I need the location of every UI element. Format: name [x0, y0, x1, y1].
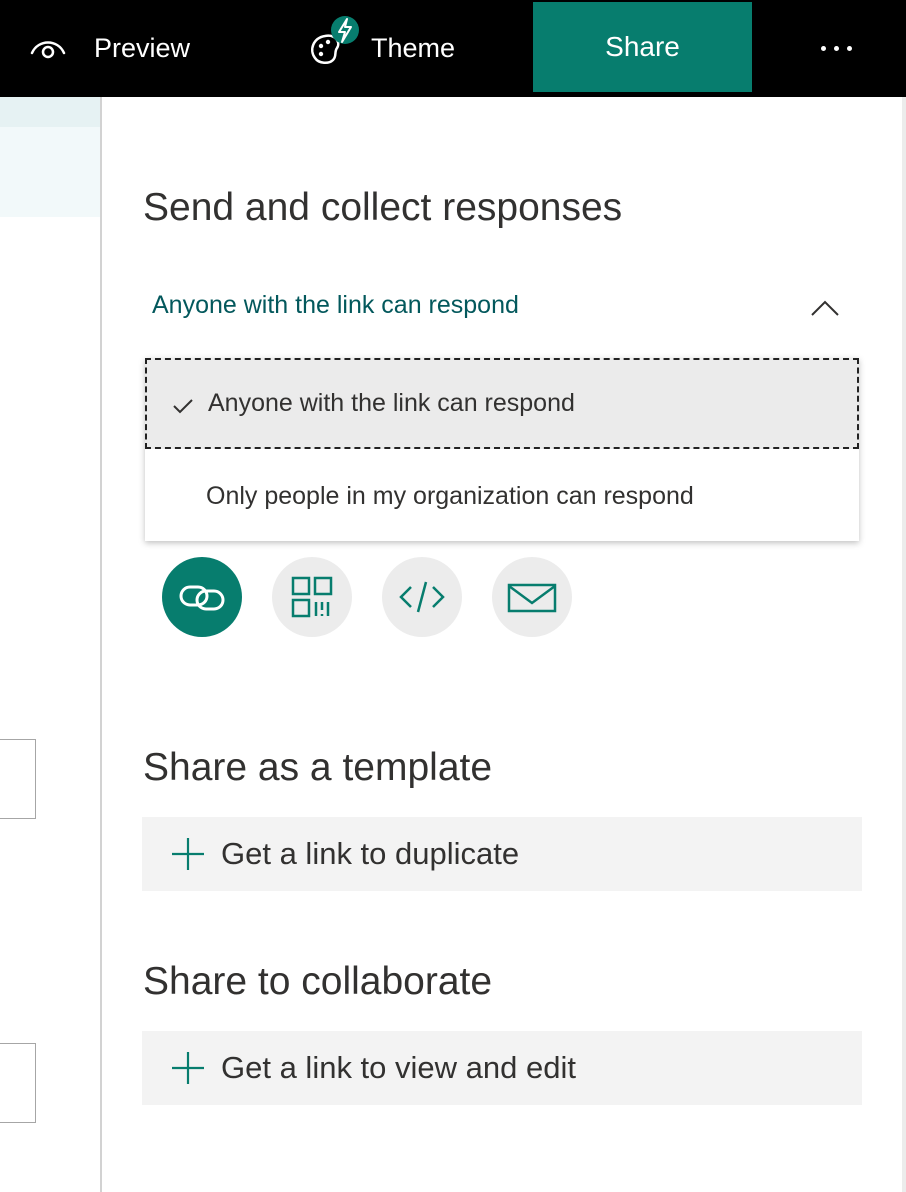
share-button[interactable]: Share	[533, 2, 752, 92]
share-embed-button[interactable]	[382, 557, 462, 637]
more-ellipsis-icon[interactable]	[806, 28, 866, 68]
send-collect-heading: Send and collect responses	[143, 186, 623, 229]
audience-option-anyone[interactable]: Anyone with the link can respond	[145, 358, 859, 449]
form-header-band	[0, 97, 100, 127]
audience-option-label: Only people in my organization can respo…	[206, 482, 694, 510]
form-input-box[interactable]	[0, 1043, 36, 1123]
share-email-button[interactable]	[492, 557, 572, 637]
form-title-area	[0, 127, 100, 217]
share-qr-button[interactable]	[272, 557, 352, 637]
link-icon	[179, 585, 225, 611]
plus-icon	[172, 1052, 204, 1084]
preview-button[interactable]: Preview	[28, 0, 190, 97]
panel-divider	[100, 97, 102, 1192]
eye-icon	[30, 40, 66, 58]
palette-icon	[311, 15, 359, 64]
theme-label: Theme	[371, 33, 456, 63]
checkmark-icon	[173, 399, 193, 414]
share-template-heading: Share as a template	[143, 746, 493, 789]
chevron-up-icon[interactable]	[810, 293, 840, 323]
share-link-button[interactable]	[162, 557, 242, 637]
audience-selected-label: Anyone with the link can respond	[152, 290, 519, 319]
get-duplicate-link-label: Get a link to duplicate	[221, 836, 520, 871]
email-icon	[507, 583, 557, 613]
preview-label: Preview	[94, 33, 191, 63]
embed-code-icon	[399, 581, 445, 613]
audience-dropdown[interactable]: Anyone with the link can respond	[152, 284, 852, 326]
panel-scroll-edge	[902, 97, 906, 1192]
share-collaborate-heading: Share to collaborate	[143, 960, 493, 1003]
audience-option-label: Anyone with the link can respond	[208, 389, 575, 417]
plus-icon	[172, 838, 204, 870]
get-edit-link-button[interactable]: Get a link to view and edit	[142, 1031, 862, 1105]
form-input-box[interactable]	[0, 739, 36, 819]
audience-menu: Anyone with the link can respond Only pe…	[145, 358, 859, 541]
theme-button[interactable]: Theme	[307, 0, 455, 97]
qr-code-icon	[291, 576, 333, 618]
audience-option-organization[interactable]: Only people in my organization can respo…	[145, 451, 859, 542]
get-edit-link-label: Get a link to view and edit	[221, 1050, 576, 1085]
top-toolbar: Preview Theme Share	[0, 0, 906, 97]
get-duplicate-link-button[interactable]: Get a link to duplicate	[142, 817, 862, 891]
